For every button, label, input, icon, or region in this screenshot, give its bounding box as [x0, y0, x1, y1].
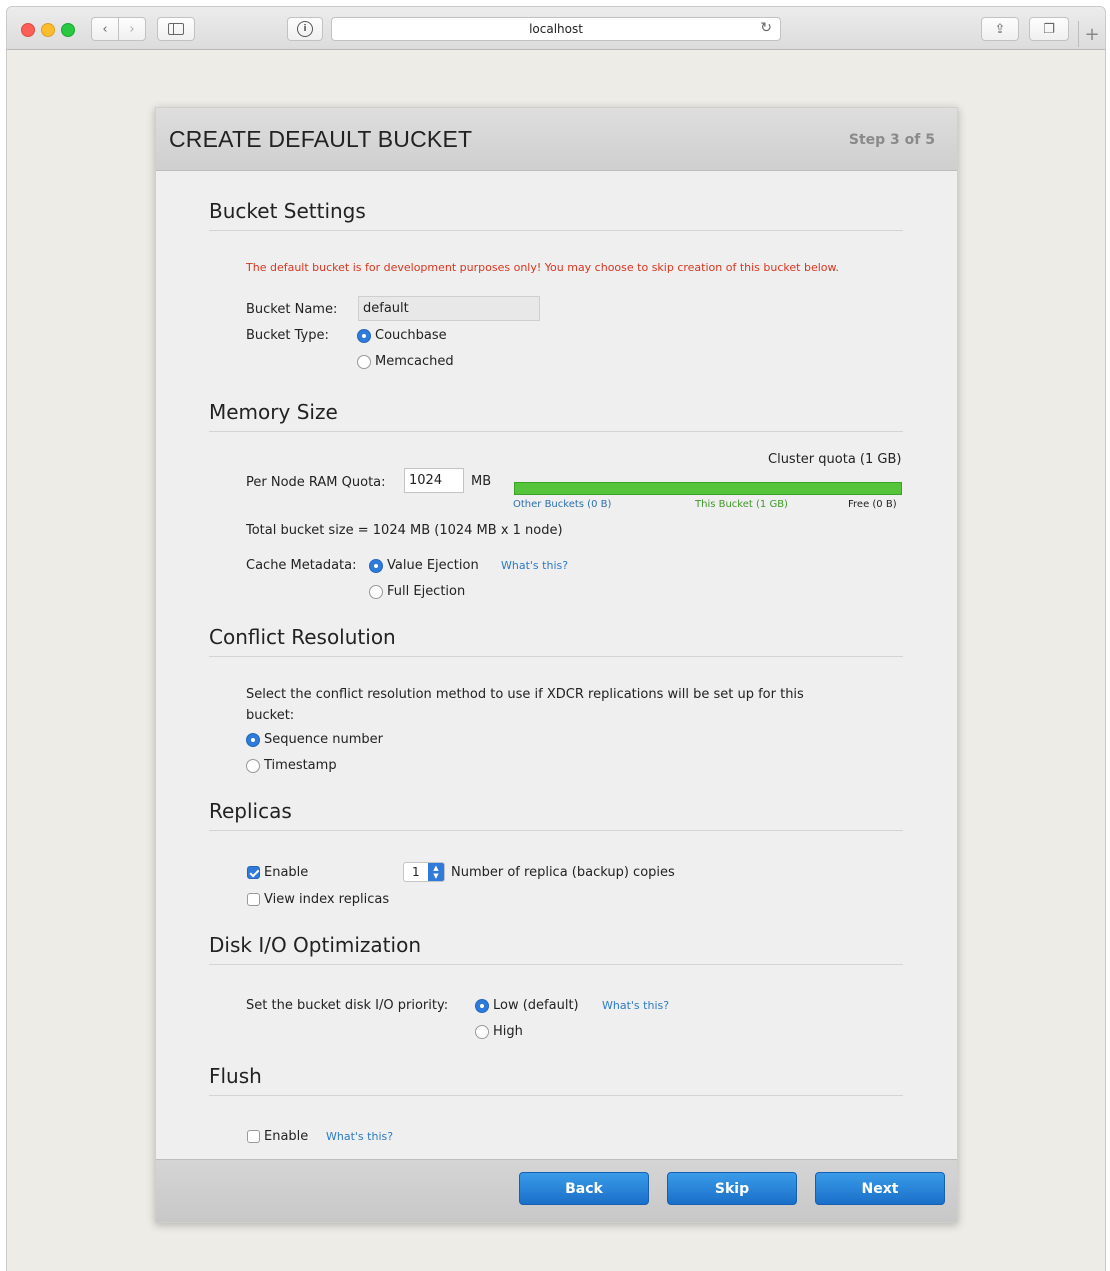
- plus-icon: +: [1084, 23, 1100, 45]
- replicas-enable-label[interactable]: Enable: [264, 865, 308, 880]
- full-ejection-radio[interactable]: [369, 585, 383, 599]
- privacy-report-button[interactable]: i: [287, 17, 323, 41]
- ram-quota-label: Per Node RAM Quota:: [246, 475, 386, 490]
- back-button[interactable]: Back: [519, 1172, 649, 1205]
- timestamp-radio[interactable]: [246, 759, 260, 773]
- wizard-header: CREATE DEFAULT BUCKET Step 3 of 5: [156, 108, 957, 171]
- next-button[interactable]: Next: [815, 1172, 945, 1205]
- section-divider: [209, 431, 903, 432]
- bucket-type-memcached-radio[interactable]: [357, 355, 371, 369]
- bucket-type-memcached-label[interactable]: Memcached: [375, 354, 454, 369]
- address-text: localhost: [529, 22, 583, 36]
- reload-icon[interactable]: ↻: [760, 20, 772, 36]
- section-divider: [209, 656, 903, 657]
- bucket-type-couchbase-label[interactable]: Couchbase: [375, 328, 447, 343]
- cluster-quota-label: Cluster quota (1 GB): [768, 452, 902, 467]
- chevron-left-icon: ‹: [102, 21, 108, 37]
- memory-size-heading: Memory Size: [209, 400, 338, 424]
- other-buckets-label: Other Buckets (0 B): [513, 499, 612, 510]
- close-window-icon[interactable]: [21, 23, 35, 37]
- bucket-type-label: Bucket Type:: [246, 328, 329, 343]
- bucket-name-input: default: [358, 296, 540, 321]
- timestamp-label[interactable]: Timestamp: [264, 758, 337, 773]
- value-ejection-radio[interactable]: [369, 559, 383, 573]
- replica-count-value: 1: [412, 865, 420, 879]
- flush-enable-label[interactable]: Enable: [264, 1129, 308, 1144]
- conflict-resolution-heading: Conflict Resolution: [209, 625, 396, 649]
- view-index-replicas-label[interactable]: View index replicas: [264, 892, 389, 907]
- conflict-description-line2: bucket:: [246, 708, 295, 723]
- disk-io-priority-label: Set the bucket disk I/O priority:: [246, 998, 449, 1013]
- sequence-number-radio[interactable]: [246, 733, 260, 747]
- disk-io-heading: Disk I/O Optimization: [209, 933, 421, 957]
- show-tabs-button[interactable]: ❐: [1029, 17, 1069, 41]
- replica-count-stepper[interactable]: 1 ▲ ▼: [403, 862, 445, 882]
- share-button[interactable]: ⇪: [981, 17, 1019, 41]
- disk-io-high-radio[interactable]: [475, 1025, 489, 1039]
- section-divider: [209, 830, 903, 831]
- value-ejection-label[interactable]: Value Ejection: [387, 558, 479, 573]
- minimize-window-icon[interactable]: [41, 23, 55, 37]
- disk-io-low-radio[interactable]: [475, 999, 489, 1013]
- bucket-type-couchbase-radio[interactable]: [357, 329, 371, 343]
- privacy-icon: i: [297, 21, 313, 37]
- chevron-right-icon: ›: [129, 21, 135, 37]
- replicas-heading: Replicas: [209, 799, 292, 823]
- back-button[interactable]: ‹: [91, 17, 119, 41]
- flush-enable-checkbox[interactable]: [247, 1130, 260, 1143]
- full-ejection-label[interactable]: Full Ejection: [387, 584, 465, 599]
- flush-heading: Flush: [209, 1064, 262, 1088]
- new-tab-button[interactable]: +: [1078, 21, 1105, 47]
- section-divider: [209, 230, 903, 231]
- wizard-panel: CREATE DEFAULT BUCKET Step 3 of 5 Bucket…: [155, 107, 958, 1223]
- bucket-name-label: Bucket Name:: [246, 302, 338, 317]
- sidebar-icon: [168, 23, 184, 35]
- sidebar-button[interactable]: [157, 17, 195, 41]
- flush-help-link[interactable]: What's this?: [326, 1130, 393, 1143]
- tabs-icon: ❐: [1043, 21, 1055, 37]
- total-bucket-size: Total bucket size = 1024 MB (1024 MB x 1…: [246, 523, 563, 538]
- disk-io-high-label[interactable]: High: [493, 1024, 523, 1039]
- view-index-replicas-checkbox[interactable]: [247, 893, 260, 906]
- sequence-number-label[interactable]: Sequence number: [264, 732, 383, 747]
- skip-button[interactable]: Skip: [667, 1172, 797, 1205]
- wizard-footer: Back Skip Next: [156, 1159, 957, 1222]
- bucket-settings-heading: Bucket Settings: [209, 199, 366, 223]
- stepper-arrows-icon[interactable]: ▲ ▼: [428, 863, 444, 881]
- browser-toolbar: ‹ › i localhost ↻ ⇪ ❐ +: [7, 7, 1105, 50]
- this-bucket-label: This Bucket (1 GB): [695, 499, 788, 510]
- conflict-description-line1: Select the conflict resolution method to…: [246, 687, 804, 702]
- replicas-enable-checkbox[interactable]: [247, 866, 260, 879]
- browser-window: ‹ › i localhost ↻ ⇪ ❐ + CREATE DEFAULT B…: [6, 6, 1106, 1271]
- section-divider: [209, 964, 903, 965]
- section-divider: [209, 1095, 903, 1096]
- share-icon: ⇪: [994, 21, 1006, 37]
- free-quota-label: Free (0 B): [848, 499, 897, 510]
- ram-quota-unit: MB: [471, 474, 492, 489]
- disk-io-low-label[interactable]: Low (default): [493, 998, 579, 1013]
- replica-count-label: Number of replica (backup) copies: [451, 865, 675, 880]
- forward-button[interactable]: ›: [118, 17, 146, 41]
- ram-quota-input[interactable]: 1024: [404, 468, 464, 493]
- wizard-title: CREATE DEFAULT BUCKET: [169, 126, 473, 152]
- default-bucket-warning: The default bucket is for development pu…: [246, 261, 839, 274]
- quota-usage-bar: [514, 482, 902, 495]
- zoom-window-icon[interactable]: [61, 23, 75, 37]
- disk-io-help-link[interactable]: What's this?: [602, 999, 669, 1012]
- address-bar[interactable]: localhost ↻: [331, 17, 781, 41]
- wizard-step-indicator: Step 3 of 5: [848, 132, 935, 148]
- cache-metadata-help-link[interactable]: What's this?: [501, 559, 568, 572]
- cache-metadata-label: Cache Metadata:: [246, 558, 357, 573]
